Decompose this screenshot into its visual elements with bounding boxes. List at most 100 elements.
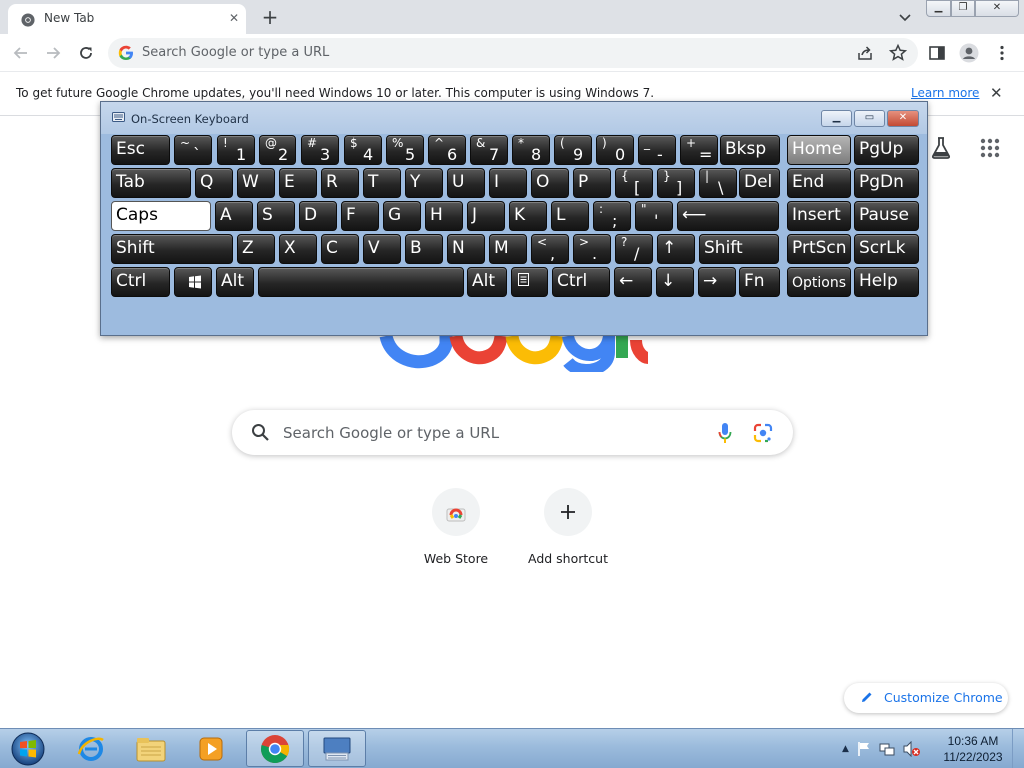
key-p[interactable]: P (573, 168, 611, 198)
key-symbol[interactable]: ↓ (656, 267, 694, 297)
omnibox[interactable]: Search Google or type a URL (108, 38, 918, 68)
tray-expand-icon[interactable]: ▲ (842, 744, 849, 754)
key-symbol[interactable]: ← (614, 267, 652, 297)
tab-new-tab[interactable]: New Tab ✕ (8, 4, 246, 34)
key-w[interactable]: W (237, 168, 275, 198)
key-7[interactable]: & 7 (470, 135, 508, 165)
key-6[interactable]: ^ 6 (428, 135, 466, 165)
key-space[interactable] (258, 267, 464, 297)
key-symbol[interactable]: _ - (638, 135, 676, 165)
key-symbol[interactable]: ↑ (657, 234, 695, 264)
infobar-close-icon[interactable]: ✕ (990, 84, 1003, 102)
labs-flask-icon[interactable] (930, 136, 952, 160)
shortcut-web-store[interactable]: Web Store (400, 488, 512, 566)
taskbar-windows-explorer[interactable] (122, 730, 180, 767)
learn-more-link[interactable]: Learn more (911, 86, 979, 100)
key-y[interactable]: Y (405, 168, 443, 198)
key-q[interactable]: Q (195, 168, 233, 198)
key-del[interactable]: Del (739, 168, 780, 198)
key-symbol[interactable]: → (698, 267, 736, 297)
key-symbol[interactable]: <, (531, 234, 569, 264)
volume-muted-icon[interactable] (903, 741, 921, 757)
side-panel-button[interactable] (926, 42, 948, 64)
key-h[interactable]: H (425, 201, 463, 231)
key-l[interactable]: L (551, 201, 589, 231)
key-symbol[interactable]: " ' (635, 201, 673, 231)
key-menu-key[interactable] (511, 267, 548, 297)
key-8[interactable]: * 8 (512, 135, 550, 165)
key-0[interactable]: ) 0 (596, 135, 634, 165)
reload-button[interactable] (75, 42, 97, 64)
google-lens-icon[interactable] (753, 423, 773, 443)
key-alt[interactable]: Alt (467, 267, 507, 297)
shortcut-add[interactable]: Add shortcut (512, 488, 624, 566)
key-prtscn[interactable]: PrtScn (787, 234, 851, 264)
taskbar-on-screen-keyboard[interactable] (308, 730, 366, 767)
window-minimize-button[interactable]: ▁ (926, 0, 951, 17)
start-button-icon[interactable] (8, 731, 48, 767)
key-4[interactable]: $4 (344, 135, 382, 165)
key-pgdn[interactable]: PgDn (854, 168, 919, 198)
key-bksp[interactable]: Bksp (720, 135, 780, 165)
share-icon[interactable] (856, 44, 874, 62)
network-icon[interactable] (879, 741, 895, 757)
key-e[interactable]: E (279, 168, 317, 198)
taskbar-chrome[interactable] (246, 730, 304, 767)
key-symbol[interactable]: ⟵ (677, 201, 779, 231)
taskbar-media-player[interactable] (182, 730, 240, 767)
key-ctrl[interactable]: Ctrl (111, 267, 170, 297)
key-scrlk[interactable]: ScrLk (854, 234, 919, 264)
key-u[interactable]: U (447, 168, 485, 198)
key-esc[interactable]: Esc (111, 135, 170, 165)
key-t[interactable]: T (363, 168, 401, 198)
voice-search-icon[interactable] (718, 422, 732, 444)
key-shift[interactable]: Shift (111, 234, 233, 264)
key-help[interactable]: Help (854, 267, 919, 297)
key-pause[interactable]: Pause (854, 201, 919, 231)
key-end[interactable]: End (787, 168, 851, 198)
key-2[interactable]: @2 (259, 135, 296, 165)
key-shift[interactable]: Shift (699, 234, 779, 264)
key-caps[interactable]: Caps (111, 201, 211, 231)
key-k[interactable]: K (509, 201, 547, 231)
osk-titlebar[interactable]: On-Screen Keyboard ▁ ▭ ✕ (101, 102, 927, 134)
key-home[interactable]: Home (787, 135, 851, 165)
key-g[interactable]: G (383, 201, 421, 231)
google-apps-icon[interactable] (980, 138, 1000, 158)
key-tab[interactable]: Tab (111, 168, 191, 198)
key-symbol[interactable]: ? / (615, 234, 653, 264)
window-close-button[interactable]: ✕ (975, 0, 1019, 17)
key-f[interactable]: F (341, 201, 379, 231)
key-x[interactable]: X (279, 234, 317, 264)
key-b[interactable]: B (405, 234, 443, 264)
key-symbol[interactable]: + = (680, 135, 718, 165)
tab-search-icon[interactable] (896, 8, 914, 26)
key-insert[interactable]: Insert (787, 201, 851, 231)
key-z[interactable]: Z (237, 234, 275, 264)
back-button[interactable] (10, 42, 32, 64)
new-tab-button[interactable]: + (258, 6, 282, 28)
key-5[interactable]: % 5 (386, 135, 424, 165)
bookmark-star-icon[interactable] (888, 43, 908, 63)
customize-chrome-button[interactable]: Customize Chrome (844, 683, 1008, 713)
key-symbol[interactable]: {[ (615, 168, 653, 198)
key-a[interactable]: A (215, 201, 253, 231)
key-d[interactable]: D (299, 201, 337, 231)
profile-button[interactable] (958, 42, 980, 64)
key-windows-logo[interactable] (174, 267, 212, 297)
chrome-menu-button[interactable] (991, 42, 1013, 64)
key-symbol[interactable]: >. (573, 234, 611, 264)
key-symbol[interactable]: | \ (699, 168, 737, 198)
key-fn[interactable]: Fn (739, 267, 780, 297)
window-restore-button[interactable]: ❐ (951, 0, 975, 17)
key-symbol[interactable]: ~ ` (174, 135, 212, 165)
osk-restore-button[interactable]: ▭ (854, 110, 885, 127)
key-symbol[interactable]: }] (657, 168, 695, 198)
key-s[interactable]: S (257, 201, 295, 231)
key-alt[interactable]: Alt (216, 267, 254, 297)
osk-minimize-button[interactable]: ▁ (821, 110, 852, 127)
show-desktop-button[interactable] (1012, 729, 1024, 768)
key-n[interactable]: N (447, 234, 485, 264)
key-i[interactable]: I (489, 168, 527, 198)
key-o[interactable]: O (531, 168, 569, 198)
